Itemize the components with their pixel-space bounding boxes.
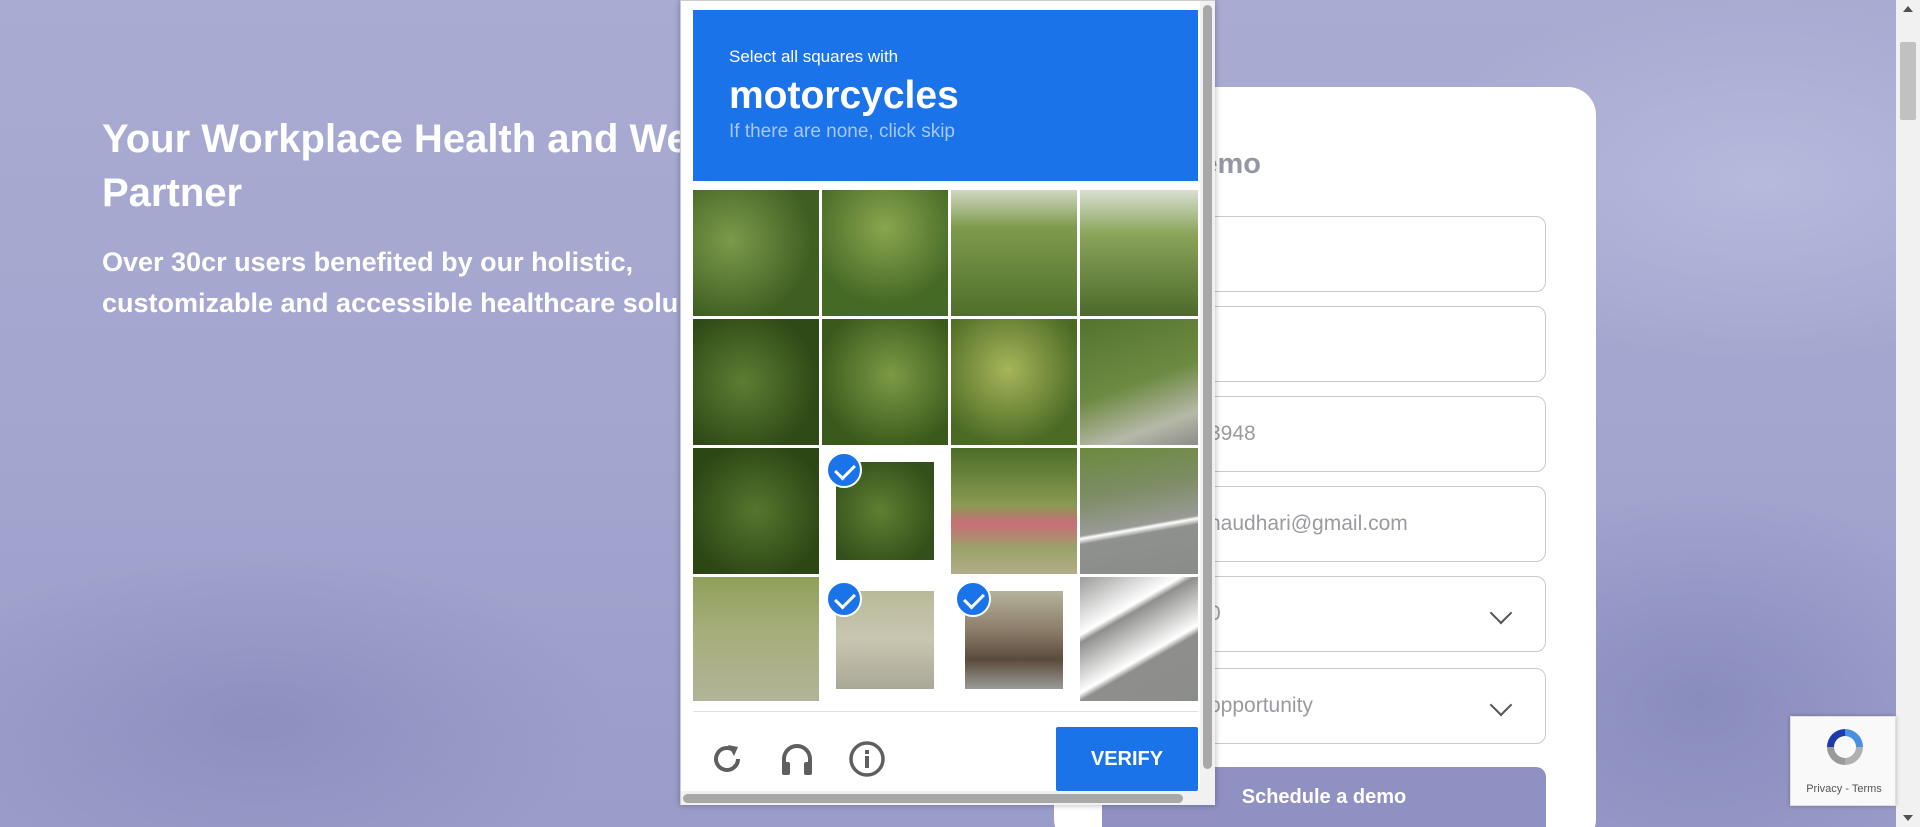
verify-button[interactable]: VERIFY: [1056, 727, 1198, 791]
captcha-challenge: Select all squares with motorcycles If t…: [680, 0, 1215, 805]
info-icon[interactable]: [847, 739, 887, 779]
hero-title: Your Workplace Health and We Partner: [102, 117, 689, 215]
recaptcha-badge[interactable]: Privacy - Terms: [1790, 716, 1896, 806]
captcha-tile[interactable]: [822, 577, 948, 701]
captcha-tile[interactable]: [951, 448, 1077, 574]
captcha-vertical-scrollbar[interactable]: [1200, 1, 1215, 791]
captcha-tile[interactable]: [1080, 577, 1198, 701]
captcha-tile[interactable]: [693, 319, 819, 445]
captcha-tile[interactable]: [1080, 190, 1198, 316]
reload-icon[interactable]: [707, 739, 747, 779]
captcha-keyword: motorcycles: [729, 74, 959, 117]
scroll-up-icon[interactable]: [1903, 6, 1913, 12]
captcha-tile[interactable]: [951, 190, 1077, 316]
checkmark-icon: [826, 581, 862, 617]
captcha-tile[interactable]: [951, 319, 1077, 445]
captcha-hint: If there are none, click skip: [729, 121, 955, 142]
captcha-header: Select all squares with motorcycles If t…: [693, 10, 1198, 181]
captcha-tile-image: [1080, 577, 1198, 701]
chevron-down-icon: [1489, 693, 1513, 717]
scroll-down-icon[interactable]: [1903, 815, 1913, 821]
captcha-tile-image: [693, 448, 819, 574]
scrollbar-thumb[interactable]: [1203, 5, 1212, 769]
captcha-tile-image: [951, 190, 1077, 316]
captcha-tile[interactable]: [1080, 319, 1198, 445]
captcha-tile-image: [951, 448, 1077, 574]
audio-icon[interactable]: [777, 739, 817, 779]
captcha-tile[interactable]: [822, 190, 948, 316]
captcha-horizontal-scrollbar[interactable]: [681, 791, 1215, 805]
captcha-tile-image: [822, 319, 948, 445]
captcha-tile-image: [951, 319, 1077, 445]
chevron-down-icon: [1489, 601, 1513, 625]
captcha-tile[interactable]: [693, 577, 819, 701]
hero-subtitle: Over 30cr users benefited by our holisti…: [102, 247, 679, 318]
captcha-tile[interactable]: [822, 319, 948, 445]
recaptcha-links[interactable]: Privacy - Terms: [1791, 783, 1897, 795]
captcha-tile-image: [1080, 190, 1198, 316]
captcha-tile[interactable]: [951, 577, 1077, 701]
captcha-tile-image: [693, 190, 819, 316]
captcha-tile[interactable]: [693, 190, 819, 316]
captcha-instruction: Select all squares with: [729, 47, 899, 66]
captcha-tile-image: [693, 577, 819, 701]
captcha-image-grid: [693, 190, 1198, 701]
page-scrollbar[interactable]: [1896, 0, 1920, 827]
captcha-tile-image: [822, 190, 948, 316]
captcha-tile-image: [693, 319, 819, 445]
captcha-tile-image: [1080, 448, 1198, 574]
captcha-tile[interactable]: [693, 448, 819, 574]
scrollbar-thumb[interactable]: [683, 794, 1183, 803]
divider: [693, 711, 1198, 712]
scrollbar-thumb[interactable]: [1900, 42, 1916, 120]
captcha-tile[interactable]: [822, 448, 948, 574]
captcha-tile-image: [1080, 319, 1198, 445]
captcha-tile[interactable]: [1080, 448, 1198, 574]
recaptcha-logo-icon: [1827, 729, 1863, 765]
checkmark-icon: [955, 581, 991, 617]
checkmark-icon: [826, 452, 862, 488]
